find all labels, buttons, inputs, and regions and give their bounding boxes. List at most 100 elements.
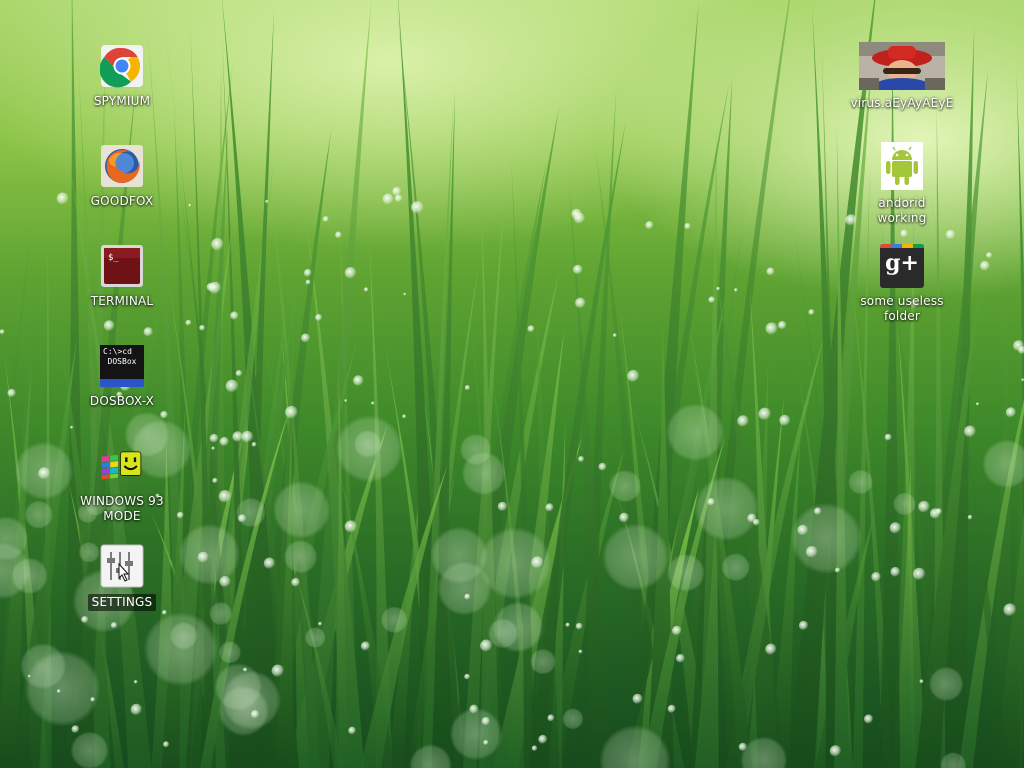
grass-blade [698, 125, 719, 768]
dew-drop [291, 577, 301, 587]
bokeh-circle [982, 439, 1024, 489]
bokeh-circle [893, 492, 916, 516]
grass-blade [458, 104, 560, 768]
desktop-icon-goodfox[interactable]: GOODFOX [74, 144, 170, 209]
dew-drop [103, 320, 115, 332]
dew-drop [967, 514, 973, 520]
dew-drop [598, 462, 607, 471]
dew-drop [235, 370, 243, 377]
grass-blade [568, 181, 612, 768]
dew-drop [163, 741, 170, 748]
desktop-icon-spymium[interactable]: SPYMIUM [74, 44, 170, 109]
dew-drop [348, 726, 357, 735]
dew-drop [188, 203, 192, 207]
svg-text:$_: $_ [108, 253, 119, 263]
grass-blade [749, 284, 778, 768]
dew-drop [571, 208, 582, 220]
dew-drop [197, 551, 209, 563]
dew-drop [627, 369, 640, 383]
grass-blade [689, 74, 733, 768]
bokeh-circle [437, 561, 492, 616]
bokeh-circle [0, 542, 31, 600]
grass-blade [470, 313, 507, 768]
dew-drop [209, 433, 219, 443]
grass-blade [222, 0, 283, 768]
grass-blade [466, 271, 560, 768]
icon-label: SETTINGS [87, 594, 157, 611]
grass-blade [577, 87, 617, 768]
grass-blade [626, 81, 730, 768]
dew-drop [464, 385, 471, 391]
grass-blade [834, 124, 849, 768]
desktop-icon-windows93[interactable]: WINDOWS 93 MODE [74, 444, 170, 524]
bokeh-circle [11, 557, 48, 595]
dew-drop [225, 379, 239, 393]
dew-drop [219, 436, 230, 447]
bokeh-circle [221, 670, 281, 730]
grass-blade [306, 0, 372, 768]
dew-drop [531, 556, 544, 569]
dew-drop [1003, 603, 1017, 617]
grass-blade [529, 121, 626, 768]
grass-blade [287, 423, 388, 768]
bokeh-circle [478, 527, 552, 600]
dew-drop [708, 296, 716, 304]
dew-drop [392, 186, 402, 196]
dew-drop [56, 689, 61, 694]
bokeh-circle [409, 744, 453, 768]
dew-drop [469, 704, 479, 714]
dew-drop [212, 477, 218, 484]
dew-drop [315, 314, 323, 322]
grass-blade [334, 361, 348, 768]
dew-drop [27, 674, 31, 678]
grass-blade [264, 115, 320, 768]
dew-drop [758, 407, 772, 421]
grass-blade [189, 344, 216, 768]
desktop-icon-settings[interactable]: SETTINGS [74, 544, 170, 611]
dew-drop [864, 714, 874, 724]
dew-drop [964, 425, 977, 438]
icon-label: WINDOWS 93 MODE [80, 494, 164, 523]
grass-blade [599, 439, 685, 768]
bokeh-circle [380, 606, 408, 634]
grass-blade [958, 399, 1024, 768]
dew-drop [90, 697, 96, 702]
dew-drop [575, 297, 586, 309]
grass-blade [941, 25, 975, 768]
grass-blade [834, 502, 853, 768]
dew-drop [371, 401, 375, 405]
desktop-icon-terminal[interactable]: $_ TERMINAL [74, 244, 170, 309]
google-plus-icon: g+ [880, 244, 924, 288]
dew-drop [1013, 340, 1024, 352]
dew-drop [130, 703, 143, 716]
bokeh-circle [848, 469, 873, 495]
grass-blade [414, 266, 479, 768]
dew-drop [889, 522, 902, 534]
grass-blade [694, 494, 719, 768]
firefox-icon [100, 144, 144, 188]
dew-drop [945, 229, 956, 240]
dew-drop [71, 725, 80, 734]
grass-blade [4, 352, 49, 768]
desktop-icon-useless-folder[interactable]: g+ some useless folder [854, 244, 950, 324]
dew-drop [464, 593, 471, 600]
grass-blade [161, 234, 230, 768]
dew-drop [81, 616, 89, 624]
grass-blade [892, 462, 915, 768]
grass-blade [479, 211, 500, 768]
desktop-icon-dosbox[interactable]: C:\>cd DOSBox DOSBOX-X [74, 344, 170, 409]
dew-drop [382, 193, 394, 205]
dew-drop [834, 567, 841, 573]
desktop-icon-android[interactable]: andorid working [854, 142, 950, 226]
mario-image-icon [859, 42, 945, 90]
dew-drop [919, 679, 924, 684]
dew-drop [778, 320, 787, 330]
dew-drop [890, 566, 901, 577]
dew-drop [575, 622, 583, 630]
grass-blade [177, 168, 247, 768]
grass-blade [544, 444, 626, 768]
grass-blade [255, 337, 358, 768]
grass-blade [594, 140, 660, 768]
grass-blade [689, 333, 753, 768]
desktop-icon-virus[interactable]: virus.aEyAyAEyE [850, 42, 953, 111]
